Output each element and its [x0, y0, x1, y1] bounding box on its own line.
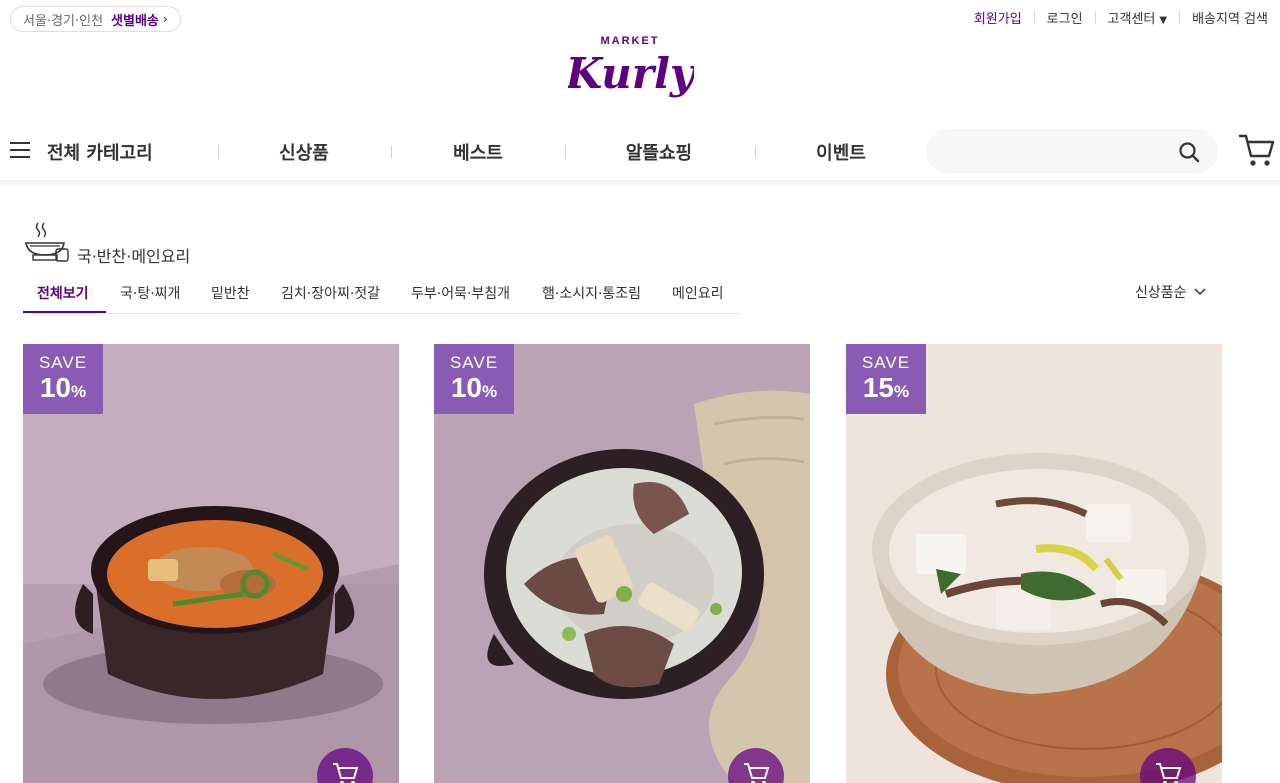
sort-label: 신상품순 [1135, 285, 1187, 301]
product-card[interactable]: SAVE 15% [846, 344, 1222, 783]
chevron-down-icon [1194, 288, 1206, 296]
nav-bargain-shopping[interactable]: 알뜰쇼핑 [594, 139, 724, 165]
customer-center-label: 고객센터 [1107, 12, 1156, 27]
search-input[interactable] [926, 129, 1166, 173]
badge-save-label: SAVE [449, 353, 499, 372]
discount-badge: SAVE 10% [434, 344, 514, 414]
product-card[interactable]: SAVE 10% [23, 344, 399, 783]
percent-sign: % [894, 382, 910, 401]
cart-icon [333, 763, 359, 783]
customer-center-link[interactable]: 고객센터 ▼ [1108, 8, 1168, 27]
logo-market-text: MARKET [600, 35, 659, 47]
soup-bowl-icon [25, 222, 69, 262]
tab-kimchi-pickles[interactable]: 김치·장아찌·젓갈 [281, 283, 380, 303]
menu-divider [1179, 11, 1181, 24]
nav-events[interactable]: 이벤트 [776, 139, 906, 165]
badge-save-label: SAVE [38, 353, 88, 372]
hamburger-menu-icon[interactable] [10, 142, 30, 158]
discount-rate: 10% [23, 374, 103, 406]
discount-badge: SAVE 10% [23, 344, 103, 414]
login-link[interactable]: 로그인 [1047, 8, 1083, 27]
sort-dropdown[interactable]: 신상품순 [1135, 282, 1207, 302]
nav-divider [565, 146, 566, 158]
subcategory-tabs: 전체보기 국·탕·찌개 밑반찬 김치·장아찌·젓갈 두부·어묵·부침개 햄·소시… [23, 278, 740, 314]
tab-ham-sausage[interactable]: 햄·소시지·통조림 [542, 283, 641, 303]
tab-side-dishes[interactable]: 밑반찬 [211, 283, 250, 303]
nav-divider [391, 146, 392, 158]
logo-kurly-text: Kurly [568, 49, 694, 98]
discount-badge: SAVE 15% [846, 344, 926, 414]
percent-sign: % [482, 382, 498, 401]
tab-main-dishes[interactable]: 메인요리 [672, 283, 724, 303]
product-card[interactable]: SAVE 10% [434, 344, 810, 783]
menu-divider [1033, 11, 1035, 24]
discount-value: 10 [39, 372, 72, 403]
delivery-region-label: 서울·경기·인천 [23, 13, 104, 29]
tab-all[interactable]: 전체보기 [37, 283, 89, 303]
delivery-region-pill[interactable]: 서울·경기·인천 샛별배송 › [10, 6, 181, 32]
signup-link[interactable]: 회원가입 [974, 8, 1022, 27]
user-menu: 회원가입 로그인 고객센터 ▼ 배송지역 검색 [974, 8, 1268, 27]
cart-icon [1156, 763, 1182, 783]
nav-new-products[interactable]: 신상품 [239, 139, 369, 165]
chevron-right-icon: › [162, 12, 168, 26]
tab-soup-stew[interactable]: 국·탕·찌개 [120, 283, 180, 303]
nav-divider [218, 146, 219, 158]
active-tab-indicator [23, 311, 106, 313]
discount-rate: 15% [846, 374, 926, 406]
search-box [926, 129, 1218, 173]
kurly-logo[interactable]: MARKET Kurly [565, 30, 697, 110]
delivery-area-search-link[interactable]: 배송지역 검색 [1192, 8, 1268, 27]
tab-tofu-fishcake[interactable]: 두부·어묵·부침개 [411, 283, 510, 303]
percent-sign: % [71, 382, 87, 401]
category-title: 국·반찬·메인요리 [77, 247, 191, 266]
discount-value: 10 [450, 372, 483, 403]
nav-divider [755, 146, 756, 158]
delivery-type-link[interactable]: 샛별배송 [111, 10, 159, 29]
header-shadow [0, 180, 1280, 188]
menu-divider [1094, 11, 1096, 24]
badge-save-label: SAVE [861, 353, 911, 372]
discount-rate: 10% [434, 374, 514, 406]
cart-icon[interactable] [1238, 132, 1276, 168]
nav-best[interactable]: 베스트 [413, 139, 543, 165]
global-navigation: 전체 카테고리 신상품 베스트 알뜰쇼핑 이벤트 [0, 128, 1280, 174]
cart-icon [744, 763, 770, 783]
search-icon[interactable] [1178, 141, 1200, 163]
discount-value: 15 [862, 372, 895, 403]
all-category-button[interactable]: 전체 카테고리 [47, 139, 153, 165]
caret-down-icon: ▼ [1159, 15, 1168, 26]
